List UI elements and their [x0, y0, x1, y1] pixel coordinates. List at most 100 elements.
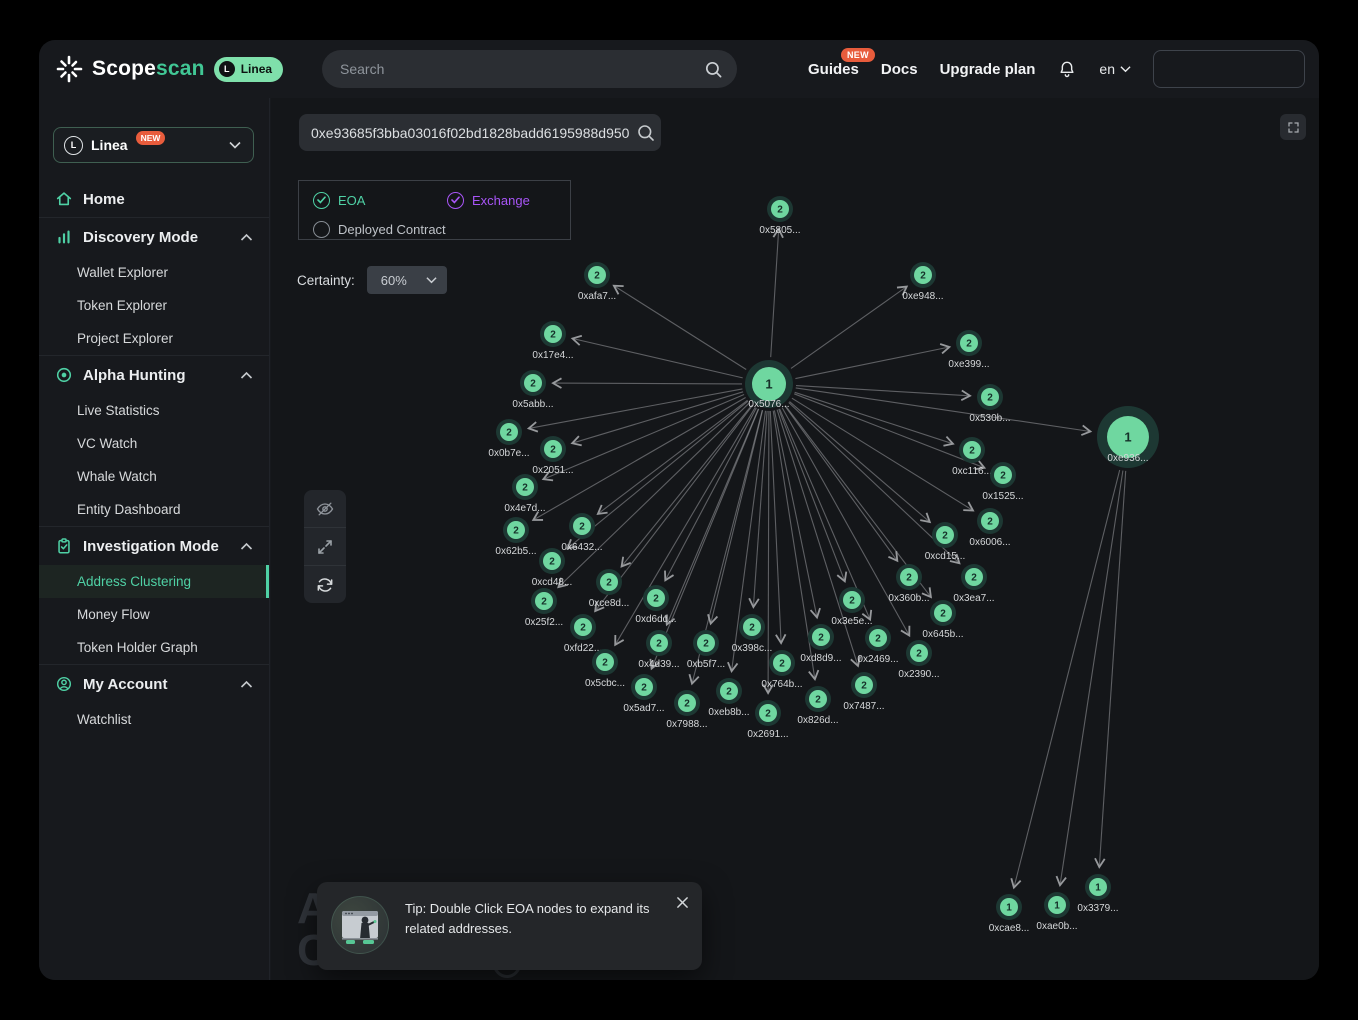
graph-node[interactable]: 20x2390...	[898, 640, 939, 680]
graph-node[interactable]: 10x5076...	[745, 360, 793, 410]
filter-deployed-contract[interactable]: Deployed Contract	[313, 221, 446, 238]
nav-docs[interactable]: Docs	[881, 61, 918, 78]
graph-node[interactable]: 20x6006...	[969, 508, 1010, 548]
hide-labels-button[interactable]	[304, 490, 346, 527]
sidebar-item-whale-watch[interactable]: Whale Watch	[39, 460, 269, 493]
graph-node[interactable]: 20x3e5e...	[831, 587, 872, 627]
node-count: 2	[641, 683, 647, 694]
network-selector-label: Linea	[91, 137, 128, 153]
node-count: 2	[749, 623, 755, 634]
search-icon[interactable]	[704, 60, 723, 79]
graph-node[interactable]: 20xd8d9...	[800, 624, 841, 664]
graph-node[interactable]: 20xe399...	[948, 330, 989, 370]
expand-icon	[315, 537, 335, 557]
graph-node[interactable]: 20xfd22...	[564, 614, 602, 654]
graph-edge	[572, 392, 743, 443]
graph-node[interactable]: 20x5cbc...	[585, 649, 625, 689]
graph-node[interactable]: 20x5ad7...	[623, 674, 664, 714]
sidebar-item-address-clustering[interactable]: Address Clustering	[39, 565, 269, 598]
node-address-label: 0xd6dd...	[635, 614, 676, 625]
sidebar-item-watchlist[interactable]: Watchlist	[39, 703, 269, 736]
filter-eoa[interactable]: EOA	[313, 192, 447, 209]
graph-node[interactable]: 20x17e4...	[532, 321, 573, 361]
graph-node[interactable]: 20xafa7...	[578, 262, 616, 302]
graph-node[interactable]: 20x645b...	[922, 600, 963, 640]
graph-node[interactable]: 20x530b...	[969, 384, 1010, 424]
fullscreen-button[interactable]	[1280, 114, 1306, 140]
graph-node[interactable]: 20x0b7e...	[488, 419, 529, 459]
sidebar-item-wallet-explorer[interactable]: Wallet Explorer	[39, 256, 269, 289]
graph-node[interactable]: 20x826d...	[797, 686, 838, 726]
graph-node[interactable]: 20x2051...	[532, 436, 573, 476]
sidebar-section-alpha: Alpha Hunting Live Statistics VC Watch W…	[39, 355, 269, 526]
sidebar-item-entity-dashboard[interactable]: Entity Dashboard	[39, 493, 269, 526]
graph-node[interactable]: 10xe936...	[1097, 406, 1159, 468]
graph-node[interactable]: 20x5abb...	[512, 370, 553, 410]
linea-logo-icon: L	[64, 136, 83, 155]
graph-node[interactable]: 20x3ea7...	[953, 564, 994, 604]
search-icon[interactable]	[636, 123, 656, 143]
sidebar-item-token-explorer[interactable]: Token Explorer	[39, 289, 269, 322]
nav-guides[interactable]: GuidesNEW	[808, 61, 859, 78]
graph-node[interactable]: 20xe948...	[902, 262, 943, 302]
graph-node[interactable]: 10xcae8...	[989, 894, 1030, 934]
graph-node[interactable]: 20xcd15...	[925, 522, 966, 562]
graph-node[interactable]: 20xcd48...	[532, 548, 573, 588]
graph-node[interactable]: 20x5805...	[759, 196, 800, 236]
graph-node[interactable]: 20x25f2...	[525, 588, 563, 628]
refresh-button[interactable]	[304, 565, 346, 603]
sidebar-item-project-explorer[interactable]: Project Explorer	[39, 322, 269, 355]
graph-node[interactable]: 20x7487...	[843, 672, 884, 712]
graph-node[interactable]: 20x764b...	[761, 650, 802, 690]
graph-node[interactable]: 20x360b...	[888, 564, 929, 604]
sidebar-item-vc-watch[interactable]: VC Watch	[39, 427, 269, 460]
node-address-label: 0x645b...	[922, 629, 963, 640]
sidebar-item-home[interactable]: Home	[39, 181, 269, 217]
home-icon	[55, 190, 73, 208]
sidebar-item-token-holder-graph[interactable]: Token Holder Graph	[39, 631, 269, 664]
graph-edge	[795, 392, 953, 444]
sidebar-item-alpha-hunting[interactable]: Alpha Hunting	[39, 356, 269, 394]
global-search-input[interactable]	[340, 61, 704, 77]
graph-node[interactable]: 20xb5f7...	[687, 630, 725, 670]
node-count: 2	[550, 330, 556, 341]
bell-icon[interactable]	[1057, 59, 1077, 79]
fit-view-button[interactable]	[304, 527, 346, 565]
graph-node[interactable]: 20x6432...	[561, 513, 602, 553]
graph-node[interactable]: 20xeb8b...	[708, 678, 749, 718]
node-address-label: 0x2051...	[532, 465, 573, 476]
graph-node[interactable]: 20x62b5...	[495, 517, 536, 557]
brand-name: Scopescan	[92, 57, 205, 81]
sidebar-item-discovery-mode[interactable]: Discovery Mode	[39, 218, 269, 256]
node-count: 2	[987, 393, 993, 404]
filter-exchange[interactable]: Exchange	[447, 192, 530, 209]
graph-node[interactable]: 10x3379...	[1077, 874, 1118, 914]
close-icon[interactable]	[676, 896, 689, 914]
graph-edge	[792, 398, 973, 510]
graph-canvas[interactable]: 10x5076... 20x5805... 20xafa7... 20xe948...…	[271, 98, 1319, 980]
graph-edge	[622, 405, 752, 566]
node-count: 1	[1054, 901, 1060, 912]
sidebar-item-live-statistics[interactable]: Live Statistics	[39, 394, 269, 427]
node-count: 2	[703, 639, 709, 650]
network-selector[interactable]: L Linea NEW	[53, 127, 254, 163]
sidebar-item-money-flow[interactable]: Money Flow	[39, 598, 269, 631]
nav-upgrade-plan[interactable]: Upgrade plan	[940, 61, 1036, 78]
sidebar-item-my-account[interactable]: My Account	[39, 665, 269, 703]
sidebar-item-investigation-mode[interactable]: Investigation Mode	[39, 527, 269, 565]
graph-node[interactable]: 20x2691...	[747, 700, 788, 740]
account-button[interactable]	[1153, 50, 1305, 88]
graph-node[interactable]: 20x2469...	[857, 625, 898, 665]
graph-node[interactable]: 20x4d39...	[638, 630, 679, 670]
fullscreen-icon	[1286, 120, 1301, 135]
certainty-dropdown[interactable]: 60%	[367, 266, 447, 294]
graph-node[interactable]: 20x7988...	[666, 690, 707, 730]
graph-node[interactable]: 10xae0b...	[1036, 892, 1077, 932]
graph-node[interactable]: 20xd6dd...	[635, 585, 676, 625]
certainty-control: Certainty: 60%	[297, 266, 447, 294]
clipboard-check-icon	[55, 537, 73, 555]
language-selector[interactable]: en	[1099, 61, 1131, 77]
address-input[interactable]	[299, 125, 629, 141]
node-address-label: 0x4d39...	[638, 659, 679, 670]
graph-node[interactable]: 20x4e7d...	[504, 474, 545, 514]
